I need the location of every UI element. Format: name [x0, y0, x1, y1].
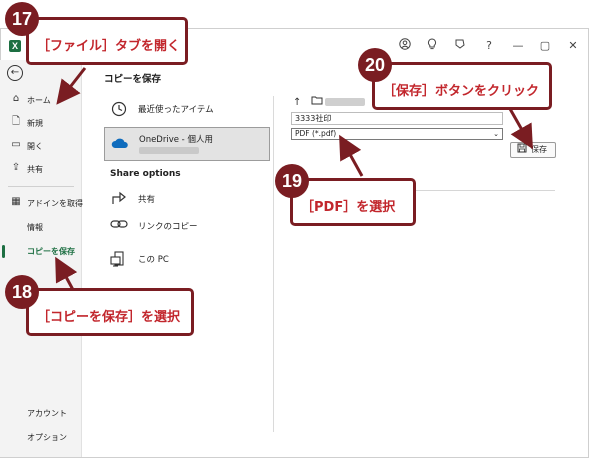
- share-options-heading: Share options: [110, 169, 181, 179]
- location-onedrive-label: OneDrive - 個人用: [139, 135, 213, 145]
- panel-divider: [273, 96, 274, 432]
- nav-info-label: 情報: [27, 223, 43, 232]
- sidebar-divider: [8, 186, 74, 187]
- restore-icon[interactable]: ▢: [537, 38, 553, 54]
- location-onedrive[interactable]: OneDrive - 個人用: [104, 127, 270, 161]
- save-button-label: 保存: [531, 145, 547, 154]
- up-arrow-icon[interactable]: ↑: [293, 97, 301, 108]
- nav-home-label: ホーム: [27, 96, 51, 105]
- callout-17-badge: 17: [5, 2, 39, 36]
- lightbulb-icon[interactable]: [424, 38, 440, 54]
- onedrive-icon: [111, 137, 129, 153]
- callout-18: ［コピーを保存］を選択: [26, 288, 194, 336]
- account-email-blurred: [139, 147, 199, 154]
- link-icon: [110, 218, 128, 234]
- avatar-icon[interactable]: [397, 38, 413, 54]
- callout-18-badge: 18: [5, 275, 39, 309]
- home-icon: ⌂: [12, 93, 20, 104]
- page-title: コピーを保存: [104, 74, 162, 85]
- diamond-icon[interactable]: [452, 38, 468, 54]
- clock-icon: [110, 101, 128, 117]
- callout-17-text: ［ファイル］タブを開く: [37, 39, 181, 54]
- nav-account-label: アカウント: [27, 409, 67, 418]
- nav-addins-label: アドインを取得: [27, 199, 83, 208]
- nav-new-label: 新規: [27, 119, 43, 128]
- nav-save-copy[interactable]: コピーを保存: [0, 241, 82, 261]
- nav-info[interactable]: 情報: [0, 217, 82, 237]
- folder-open-icon: ▭: [11, 139, 21, 150]
- nav-share-label: 共有: [27, 165, 43, 174]
- file-name-input[interactable]: 3333社印: [291, 112, 503, 125]
- nav-open-label: 開く: [27, 142, 43, 151]
- pc-icon: [110, 251, 128, 267]
- location-copy-link-label: リンクのコピー: [138, 222, 198, 232]
- excel-app-icon: X: [9, 40, 21, 52]
- callout-19: ［PDF］を選択: [290, 178, 416, 226]
- save-icon: [517, 143, 527, 158]
- file-type-dropdown[interactable]: PDF (*.pdf) ⌄: [291, 128, 503, 140]
- callout-19-badge: 19: [275, 164, 309, 198]
- addin-icon: ▦: [11, 196, 21, 207]
- folder-path-blurred: [325, 98, 365, 106]
- location-this-pc[interactable]: この PC: [104, 242, 270, 276]
- nav-new[interactable]: 🗋 新規: [0, 113, 82, 133]
- back-arrow-icon[interactable]: ←: [7, 65, 23, 81]
- share-icon: [110, 191, 128, 207]
- path-row: ↑: [293, 95, 323, 109]
- location-recent[interactable]: 最近使ったアイテム: [104, 92, 270, 126]
- callout-20: ［保存］ボタンをクリック: [372, 62, 552, 110]
- chevron-down-icon: ⌄: [493, 130, 499, 138]
- location-recent-label: 最近使ったアイテム: [138, 105, 214, 115]
- callout-20-badge: 20: [358, 48, 392, 82]
- new-file-icon: 🗋: [11, 116, 21, 127]
- callout-18-text: ［コピーを保存］を選択: [37, 310, 181, 325]
- minimize-icon[interactable]: —: [510, 38, 526, 54]
- callout-17: ［ファイル］タブを開く: [26, 17, 188, 65]
- share-icon: ⇪: [11, 162, 21, 173]
- nav-options[interactable]: オプション: [0, 427, 82, 447]
- file-type-value: PDF (*.pdf): [295, 129, 337, 138]
- nav-open[interactable]: ▭ 開く: [0, 136, 82, 156]
- nav-save-copy-label: コピーを保存: [27, 247, 75, 256]
- help-icon[interactable]: ?: [481, 38, 497, 54]
- nav-addins[interactable]: ▦ アドインを取得: [0, 193, 83, 213]
- close-icon[interactable]: ✕: [565, 38, 581, 54]
- location-share-label: 共有: [138, 195, 156, 205]
- save-button[interactable]: 保存: [510, 142, 556, 158]
- nav-home[interactable]: ⌂ ホーム: [0, 90, 82, 110]
- callout-20-text: ［保存］ボタンをクリック: [383, 84, 540, 99]
- folder-icon: [311, 96, 323, 108]
- nav-share[interactable]: ⇪ 共有: [0, 159, 82, 179]
- nav-options-label: オプション: [27, 433, 67, 442]
- nav-account[interactable]: アカウント: [0, 403, 82, 423]
- callout-19-text: ［PDF］を選択: [301, 200, 396, 215]
- location-this-pc-label: この PC: [138, 255, 169, 265]
- location-copy-link[interactable]: リンクのコピー: [104, 209, 270, 243]
